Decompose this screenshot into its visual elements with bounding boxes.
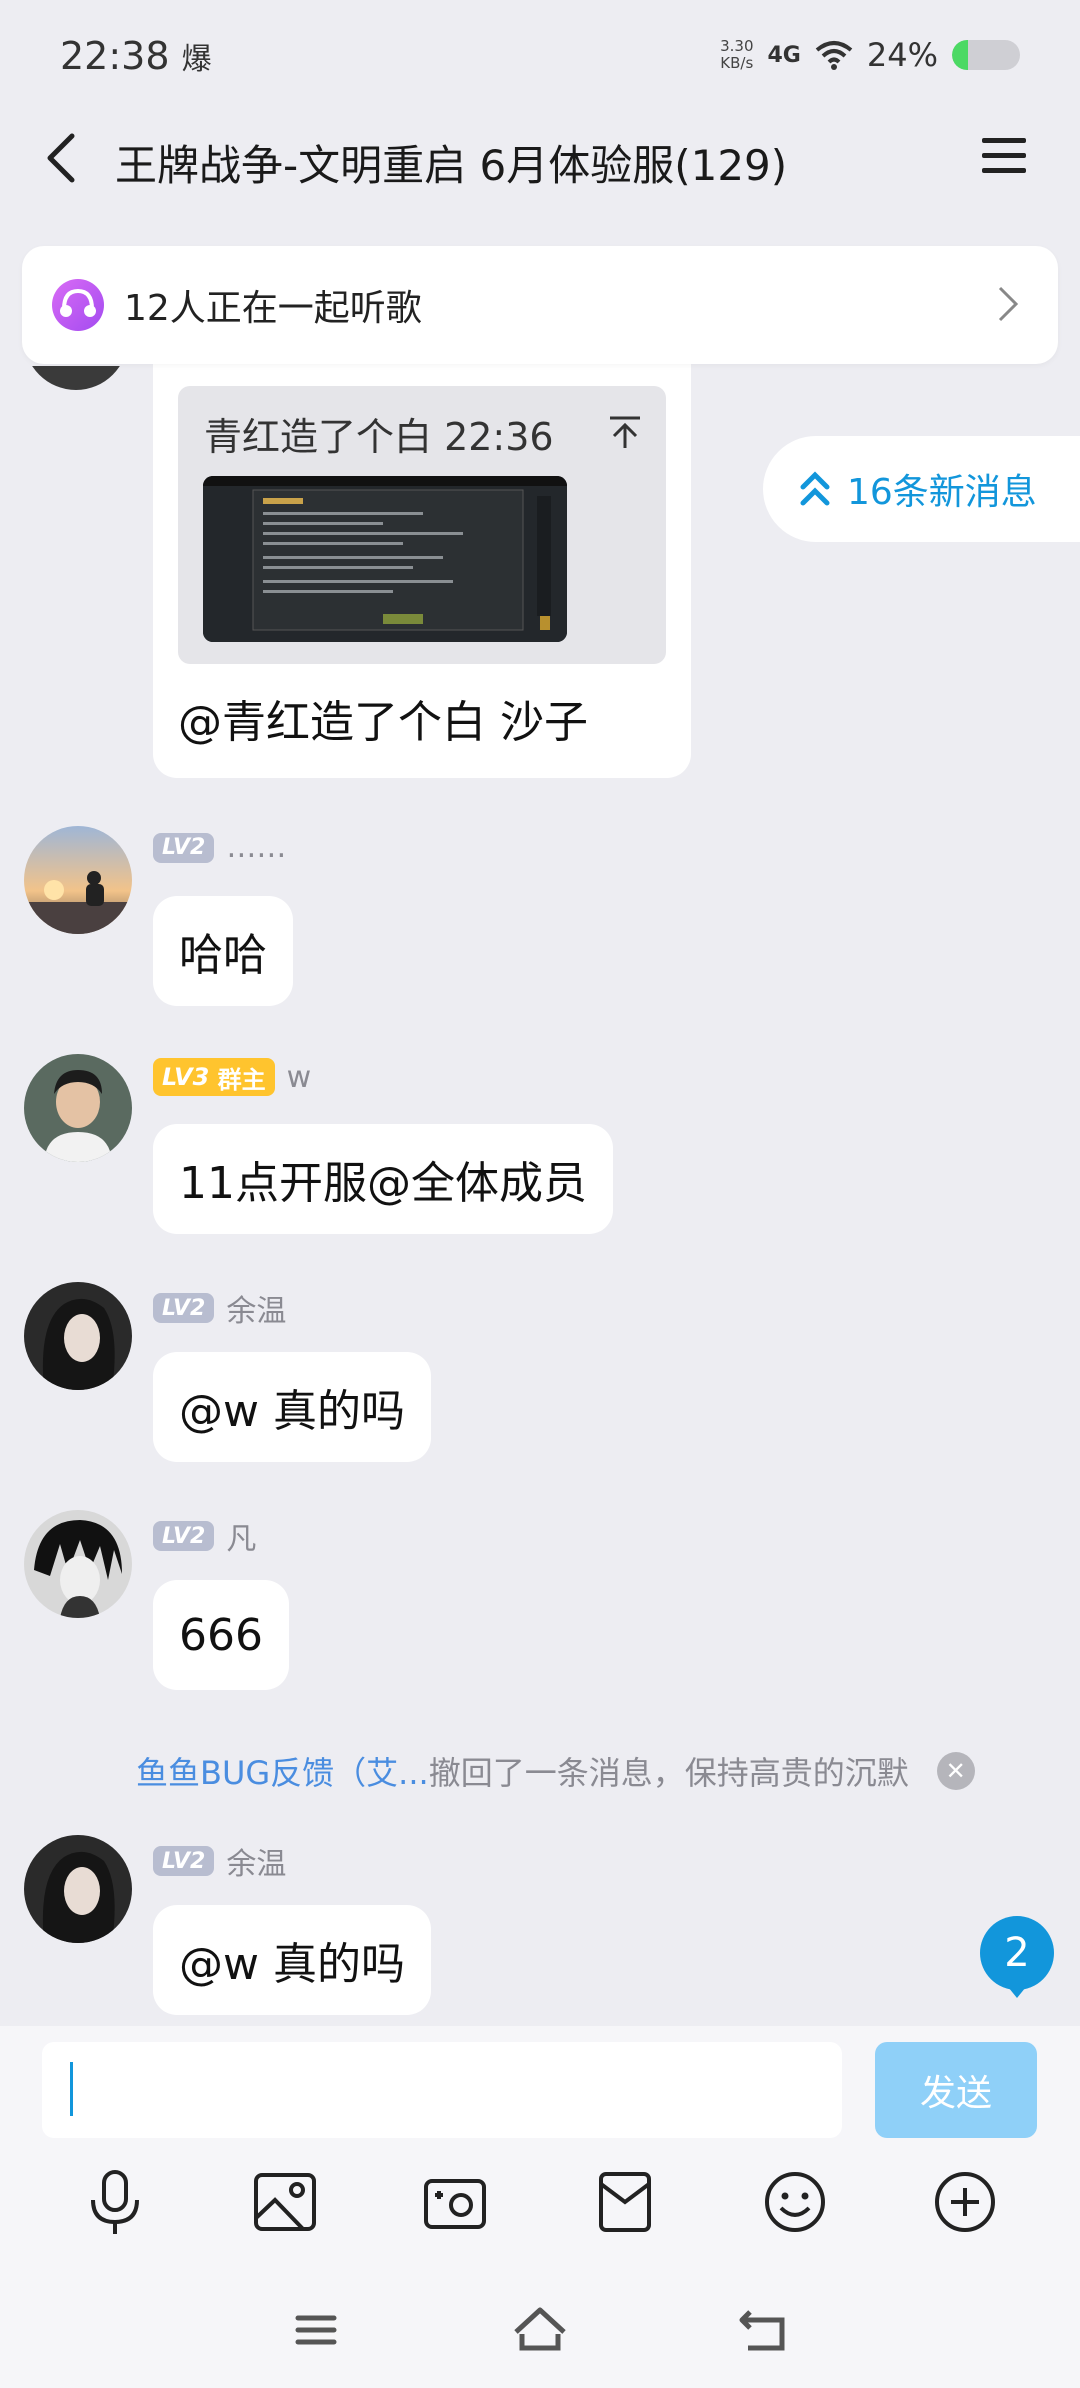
sender-name[interactable]: 余温 [226,1286,286,1330]
quoted-screenshot-thumbnail[interactable] [203,476,567,642]
recall-notice: 鱼鱼BUG反馈（艾... 撤回了一条消息，保持高贵的沉默 ✕ [136,1748,975,1794]
network-type: 4G [767,42,801,68]
message-meta: LV3 群主 w [153,1058,311,1096]
reply-message-bubble[interactable]: 青红造了个白 22:36 @青红造了个白 沙子 [153,364,691,778]
home-icon[interactable] [508,2302,572,2358]
recent-apps-icon[interactable] [284,2302,348,2358]
message-meta: LV2 余温 [153,1286,286,1330]
recall-text: 撤回了一条消息，保持高贵的沉默 [428,1754,909,1792]
microphone-icon[interactable] [73,2160,157,2244]
back-arrow-icon[interactable] [40,128,84,188]
message-meta: LV2 …… [153,830,286,865]
input-toolbar [0,2160,1080,2260]
camera-icon[interactable] [413,2160,497,2244]
chat-title: 王牌战争-文明重启 6月体验服(129) [115,141,788,190]
sender-name[interactable]: w [287,1060,312,1095]
headphones-icon [52,279,104,331]
unread-count-badge[interactable]: 2 [980,1916,1054,1990]
message-bubble[interactable]: @w 真的吗 [153,1905,431,2015]
level-badge: LV2 [153,1846,215,1876]
jump-to-top-icon[interactable] [608,414,642,450]
new-messages-button[interactable]: 16条新消息 [763,436,1080,542]
text-cursor [70,2062,73,2116]
level-badge: LV2 [153,832,215,863]
avatar[interactable] [24,1282,132,1390]
message-bubble[interactable]: @w 真的吗 [153,1352,431,1462]
level-badge: LV3 群主 [153,1058,275,1096]
battery-icon [952,40,1020,70]
avatar[interactable] [24,1510,132,1618]
double-chevron-up-icon [800,471,830,506]
wifi-icon [815,41,853,70]
avatar[interactable] [24,1054,132,1162]
back-nav-icon[interactable] [732,2302,796,2358]
avatar[interactable] [24,826,132,934]
send-button[interactable]: 发送 [875,2042,1037,2138]
unread-badge-tail [1004,1982,1030,1998]
system-navigation-bar [0,2280,1080,2380]
screenshot-image-icon [203,476,567,642]
listen-together-text: 12人正在一起听歌 [124,288,422,329]
chevron-right-icon [998,286,1019,322]
status-icons: 3.30 KB/s 4G 24% [720,36,1020,74]
menu-icon[interactable] [980,134,1028,178]
sender-name[interactable]: 余温 [226,1839,286,1883]
level-badge: LV2 [153,1521,215,1551]
quote-header: 青红造了个白 22:36 [204,415,554,459]
reply-message-text: @青红造了个白 沙子 [178,697,588,748]
sender-name[interactable]: 凡 [226,1514,256,1558]
status-time: 22:38 爆 [60,34,212,78]
message-bubble[interactable]: 11点开服@全体成员 [153,1124,613,1234]
listen-together-banner[interactable]: 12人正在一起听歌 [22,246,1058,364]
sender-name[interactable]: …… [226,830,286,865]
message-meta: LV2 凡 [153,1514,256,1558]
image-icon[interactable] [243,2160,327,2244]
recall-sender-name[interactable]: 鱼鱼BUG反馈（艾... [136,1748,429,1794]
message-bubble[interactable]: 666 [153,1580,289,1690]
avatar[interactable] [24,1835,132,1943]
add-icon[interactable] [923,2160,1007,2244]
quoted-message[interactable]: 青红造了个白 22:36 [178,386,666,664]
net-speed: 3.30 KB/s [720,37,754,72]
message-bubble[interactable]: 哈哈 [153,896,293,1006]
message-meta: LV2 余温 [153,1839,286,1883]
new-messages-label: 16条新消息 [847,472,1037,513]
battery-percent: 24% [866,36,938,74]
battery-fill [952,40,969,70]
level-badge: LV2 [153,1293,215,1323]
emoji-icon[interactable] [753,2160,837,2244]
message-input[interactable] [42,2042,842,2138]
red-packet-icon[interactable] [583,2160,667,2244]
close-icon[interactable]: ✕ [936,1752,975,1790]
